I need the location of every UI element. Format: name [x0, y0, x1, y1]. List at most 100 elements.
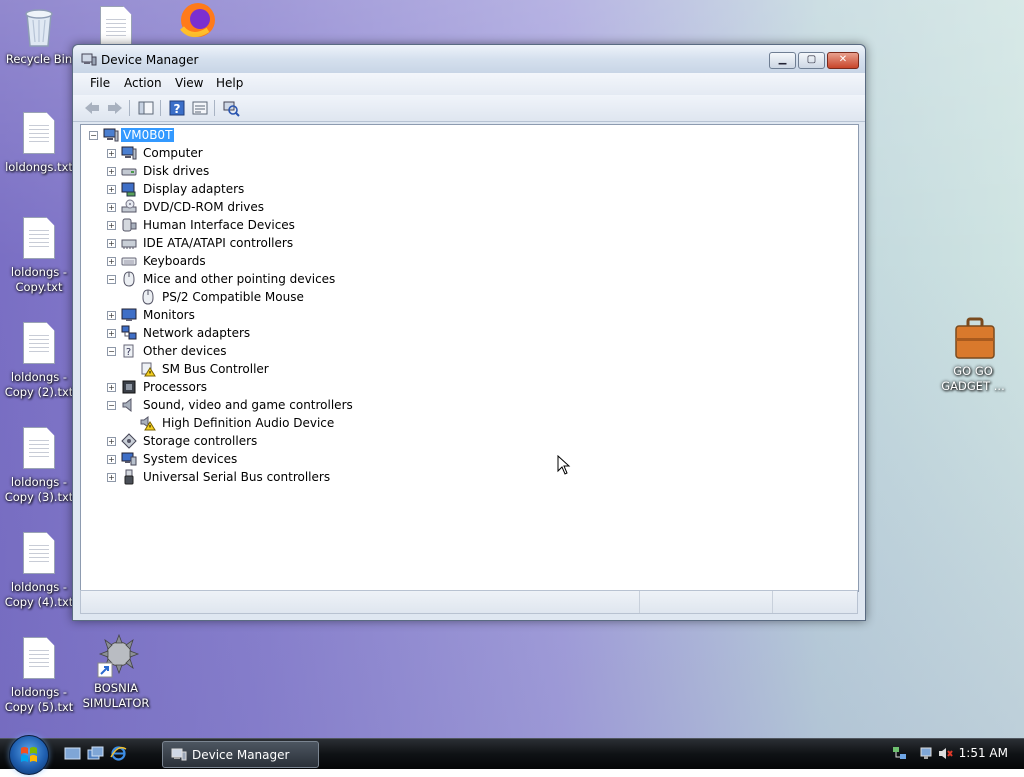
tree-category[interactable]: + Display adapters — [81, 181, 481, 197]
text-file-icon — [19, 217, 59, 261]
menu-action[interactable]: Action — [124, 76, 162, 90]
tree-category[interactable]: −? Other devices — [81, 343, 481, 359]
firefox-icon — [174, 0, 215, 44]
tree-category[interactable]: − Mice and other pointing devices — [81, 271, 481, 287]
menu-help[interactable]: Help — [216, 76, 243, 90]
tree-category[interactable]: + Human Interface Devices — [81, 217, 481, 233]
desktop-icon-label: loldongs.txt — [5, 160, 73, 174]
desktop-icon-loldongs-copy[interactable]: loldongs - Copy.txt — [1, 217, 77, 295]
start-button[interactable] — [9, 735, 49, 775]
desktop-icon-bosnia-simulator[interactable]: BOSNIA SIMULATOR — [78, 633, 154, 711]
collapse-toggle[interactable]: − — [107, 401, 116, 410]
desktop-icon-loldongs-copy-3[interactable]: loldongs - Copy (3).txt — [1, 427, 77, 505]
tree-category[interactable]: + Keyboards — [81, 253, 481, 269]
mouse-cursor-icon — [557, 455, 571, 475]
expand-toggle[interactable]: + — [107, 473, 116, 482]
maximize-button[interactable]: ▢ — [798, 52, 825, 69]
tree-category[interactable]: + Computer — [81, 145, 481, 161]
keyboard-icon — [121, 257, 137, 266]
tree-category[interactable]: − Sound, video and game controllers — [81, 397, 481, 413]
expand-toggle[interactable]: + — [107, 329, 116, 338]
speaker-icon — [122, 397, 132, 413]
tree-category[interactable]: + Processors — [81, 379, 481, 395]
expand-toggle[interactable]: + — [107, 437, 116, 446]
collapse-toggle[interactable]: − — [89, 131, 98, 140]
tree-category[interactable]: + IDE ATA/ATAPI controllers — [81, 235, 481, 251]
switch-windows-icon[interactable] — [87, 746, 104, 761]
expand-toggle[interactable]: + — [107, 167, 116, 176]
tree-root[interactable]: − VM0B0T — [81, 127, 381, 143]
expand-toggle[interactable]: + — [107, 257, 116, 266]
tree-category[interactable]: + Network adapters — [81, 325, 481, 341]
desktop-icon-loldongs[interactable]: loldongs.txt — [1, 112, 77, 175]
tree-device[interactable]: SM Bus Controller — [81, 361, 481, 377]
briefcase-icon — [953, 316, 995, 360]
desktop-icon-firefox[interactable] — [156, 0, 232, 48]
desktop-icon-loldongs-copy-5[interactable]: loldongs - Copy (5).txt — [1, 637, 77, 715]
desktop-icon-recycle-bin[interactable]: Recycle Bin — [1, 4, 77, 67]
tree-category[interactable]: + System devices — [81, 451, 481, 467]
text-file-icon — [19, 322, 59, 366]
window-title: Device Manager — [101, 53, 199, 67]
tree-device[interactable]: High Definition Audio Device — [81, 415, 481, 431]
device-manager-window[interactable]: Device Manager ▁ ▢ ✕ File Action View He… — [72, 44, 866, 621]
computer-icon — [103, 128, 119, 142]
expand-toggle[interactable]: + — [107, 455, 116, 464]
collapse-toggle[interactable]: − — [107, 347, 116, 356]
tree-item-label: Universal Serial Bus controllers — [143, 470, 331, 484]
back-arrow-icon[interactable] — [83, 99, 101, 117]
dvd-drive-icon — [121, 199, 137, 213]
close-button[interactable]: ✕ — [827, 52, 859, 69]
tree-item-label: Monitors — [143, 308, 195, 322]
scan-hardware-changes-icon[interactable] — [222, 99, 240, 117]
tree-item-label: Human Interface Devices — [143, 218, 295, 232]
tree-item-label: Disk drives — [143, 164, 210, 178]
desktop-icon-loldongs-copy-2[interactable]: loldongs - Copy (2).txt — [1, 322, 77, 400]
collapse-toggle[interactable]: − — [107, 275, 116, 284]
desktop-icon-label: loldongs - Copy (3).txt — [4, 475, 74, 504]
menu-view[interactable]: View — [175, 76, 203, 90]
internet-explorer-icon[interactable] — [110, 746, 127, 761]
tree-category[interactable]: + Universal Serial Bus controllers — [81, 469, 481, 485]
desktop-icon-label: Recycle Bin — [5, 52, 73, 66]
taskbar-button-device-manager[interactable]: Device Manager — [162, 741, 319, 768]
show-hide-console-tree-icon[interactable] — [137, 99, 155, 117]
tree-category[interactable]: + Disk drives — [81, 163, 481, 179]
forward-arrow-icon[interactable] — [106, 99, 124, 117]
menu-file[interactable]: File — [90, 76, 110, 90]
volume-muted-tray-icon[interactable] — [938, 746, 953, 761]
text-file-icon — [19, 112, 59, 156]
network-tray-icon[interactable] — [892, 746, 907, 761]
tray-clock[interactable]: 1:51 AM — [959, 746, 1008, 760]
menu-bar: File Action View Help — [73, 73, 865, 95]
device-tree[interactable]: − VM0B0T + Computer + Disk drives + Display ada… — [80, 124, 859, 592]
title-bar[interactable]: Device Manager ▁ ▢ ✕ — [73, 45, 865, 73]
expand-toggle[interactable]: + — [107, 149, 116, 158]
minimize-button[interactable]: ▁ — [769, 52, 796, 69]
tree-category[interactable]: + Monitors — [81, 307, 481, 323]
properties-icon[interactable] — [191, 99, 209, 117]
text-file-icon — [19, 637, 59, 681]
desktop-icon-loldongs-copy-4[interactable]: loldongs - Copy (4).txt — [1, 532, 77, 610]
display-tray-icon[interactable] — [920, 746, 935, 761]
expand-toggle[interactable]: + — [107, 239, 116, 248]
expand-toggle[interactable]: + — [107, 185, 116, 194]
expand-toggle[interactable]: + — [107, 221, 116, 230]
tree-category[interactable]: + Storage controllers — [81, 433, 481, 449]
desktop-icon-go-go-gadget[interactable]: GO GO GADGET ... — [935, 316, 1011, 394]
text-file-icon — [19, 532, 59, 576]
taskbar: Device Manager 1:51 AM — [0, 735, 1024, 775]
tree-item-label: System devices — [143, 452, 238, 466]
tree-item-label: Computer — [143, 146, 203, 160]
expand-toggle[interactable]: + — [107, 311, 116, 320]
expand-toggle[interactable]: + — [107, 383, 116, 392]
show-desktop-icon[interactable] — [64, 746, 81, 761]
tree-device[interactable]: PS/2 Compatible Mouse — [81, 289, 481, 305]
tree-item-label: Other devices — [143, 344, 227, 358]
desktop-icon-label: loldongs - Copy (5).txt — [4, 685, 74, 714]
help-icon[interactable]: ? — [168, 99, 186, 117]
tree-category[interactable]: + DVD/CD-ROM drives — [81, 199, 481, 215]
system-devices-icon — [121, 452, 137, 466]
warning-device-icon — [141, 362, 156, 377]
expand-toggle[interactable]: + — [107, 203, 116, 212]
